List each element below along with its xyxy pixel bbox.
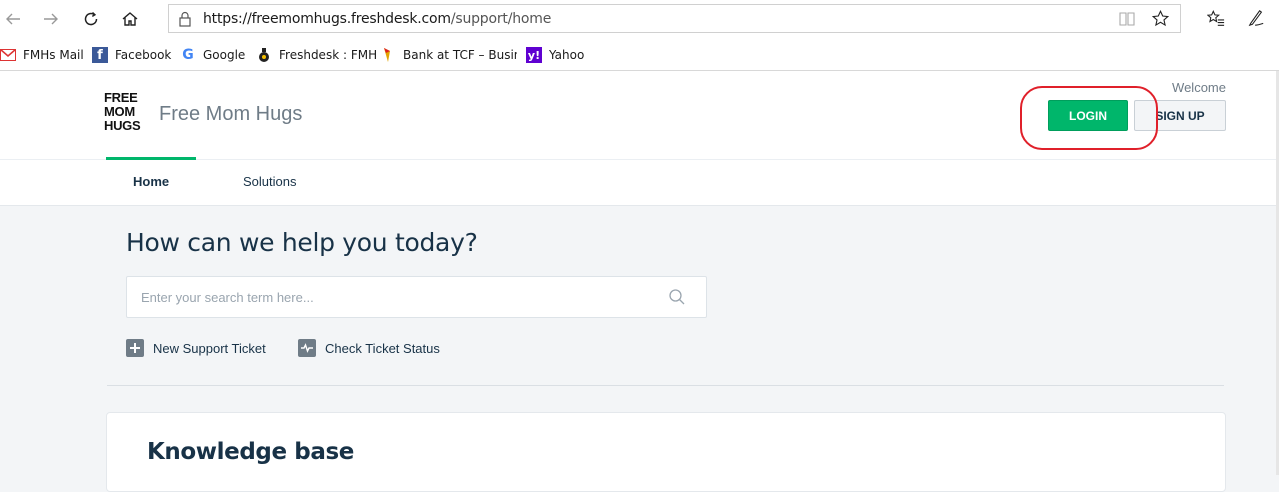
logo-line-3: HUGS	[104, 118, 141, 133]
knowledge-base-title: Knowledge base	[147, 439, 354, 465]
back-arrow-icon	[6, 13, 20, 25]
knowledge-base-card: Knowledge base	[106, 412, 1226, 492]
refresh-button[interactable]	[78, 6, 104, 32]
favorites-list-icon[interactable]	[1207, 10, 1225, 28]
search-icon[interactable]	[668, 288, 686, 306]
nav-tabs: Home Solutions	[0, 157, 1279, 206]
bookmark-label: Google	[203, 48, 246, 62]
bookmark-google[interactable]: G Google	[180, 46, 245, 64]
browser-toolbar: https://freemomhugs.freshdesk.com/suppor…	[0, 0, 1279, 38]
refresh-icon	[84, 11, 98, 26]
lock-icon	[179, 11, 191, 27]
check-ticket-status-link[interactable]: Check Ticket Status	[298, 339, 440, 357]
google-icon: G	[182, 47, 194, 63]
new-support-ticket-link[interactable]: New Support Ticket	[126, 339, 266, 357]
facebook-icon: f	[92, 47, 108, 63]
url-host: https://freemomhugs.freshdesk.com	[203, 11, 451, 27]
home-icon	[122, 12, 138, 26]
bookmark-label: FMHs Mail	[23, 48, 84, 62]
bookmark-label: Freshdesk : FMH	[279, 48, 378, 62]
tab-home[interactable]: Home	[133, 174, 169, 189]
url-text: https://freemomhugs.freshdesk.com/suppor…	[203, 11, 551, 27]
back-button[interactable]	[0, 6, 26, 32]
forward-button[interactable]	[38, 6, 64, 32]
url-path: /support/home	[450, 11, 552, 27]
forward-arrow-icon	[44, 13, 58, 25]
logo-line-1: FREE	[104, 90, 138, 105]
address-bar[interactable]: https://freemomhugs.freshdesk.com/suppor…	[168, 4, 1181, 33]
bookmark-yahoo[interactable]: y! Yahoo	[526, 46, 584, 64]
plus-icon	[126, 339, 144, 357]
check-ticket-status-label: Check Ticket Status	[325, 340, 440, 356]
bookmark-tcf[interactable]: Bank at TCF – Busines	[380, 46, 517, 64]
freshdesk-icon	[256, 47, 272, 63]
search-box	[126, 276, 707, 318]
bookmark-facebook[interactable]: f Facebook	[92, 46, 171, 64]
reading-view-icon[interactable]	[1119, 12, 1135, 26]
free-mom-hugs-logo[interactable]: FREE MOM HUGS	[104, 91, 148, 135]
page-title: How can we help you today?	[126, 228, 478, 257]
bookmark-label: Yahoo	[549, 48, 585, 62]
logo-line-2: MOM	[104, 104, 135, 119]
home-button[interactable]	[117, 6, 143, 32]
tab-solutions[interactable]: Solutions	[243, 174, 296, 189]
active-tab-indicator	[106, 157, 196, 160]
brand-name[interactable]: Free Mom Hugs	[159, 103, 302, 126]
tcf-icon	[380, 47, 396, 63]
yahoo-icon: y!	[526, 47, 542, 63]
new-support-ticket-label: New Support Ticket	[153, 340, 266, 356]
favorite-star-icon[interactable]	[1152, 10, 1169, 27]
pulse-icon	[298, 339, 316, 357]
pen-icon[interactable]	[1247, 9, 1265, 27]
annotation-circle	[1020, 86, 1158, 150]
bookmark-label: Bank at TCF – Busines	[403, 48, 517, 62]
bookmark-freshdesk[interactable]: Freshdesk : FMH	[256, 46, 377, 64]
site-header: FREE MOM HUGS Free Mom Hugs Welcome LOGI…	[0, 71, 1279, 160]
bookmarks-bar: FMHs Mail f Facebook G Google Freshdesk …	[0, 38, 1279, 71]
search-input[interactable]	[141, 290, 641, 305]
bookmark-fmhs-mail[interactable]: FMHs Mail	[0, 46, 84, 64]
section-divider	[107, 385, 1224, 386]
gmail-icon	[0, 47, 16, 63]
welcome-text: Welcome	[1172, 80, 1226, 95]
bookmark-label: Facebook	[115, 48, 172, 62]
